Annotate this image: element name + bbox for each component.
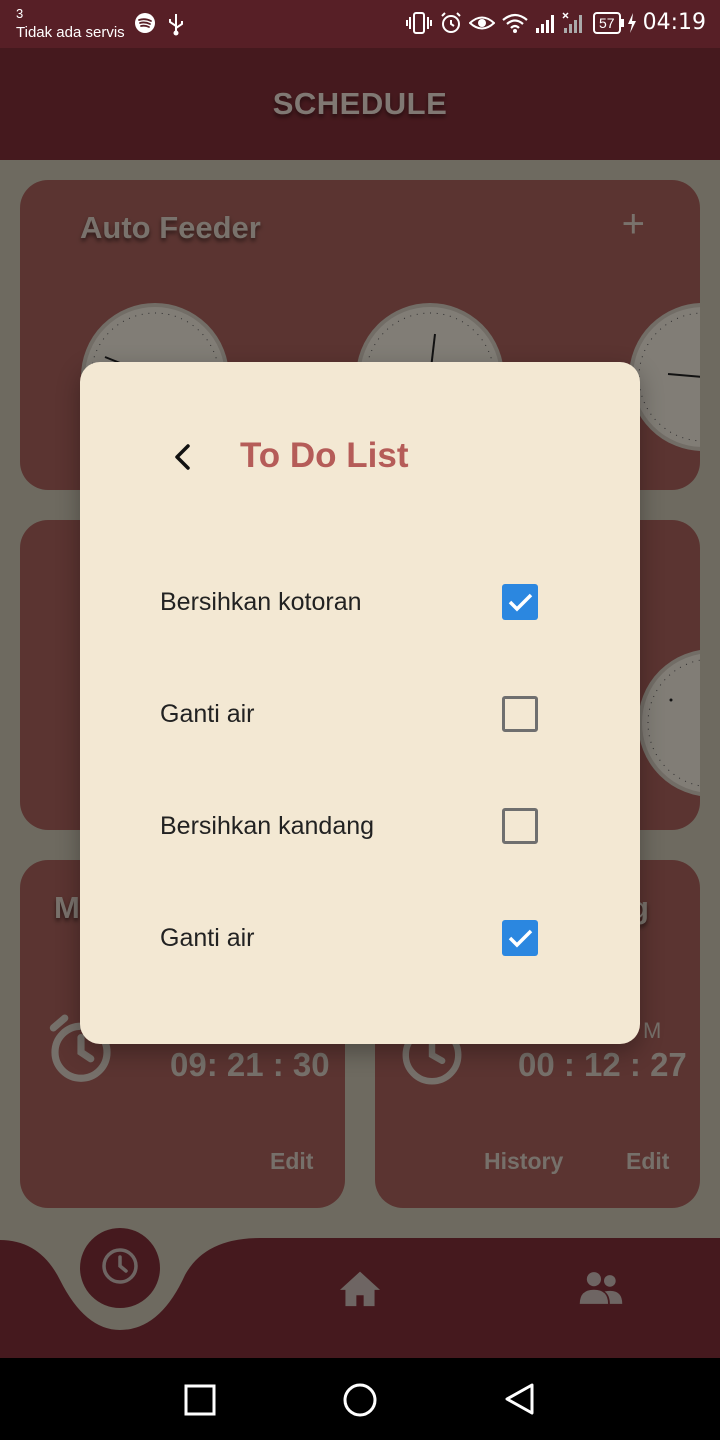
todo-item: Bersihkan kandang xyxy=(160,806,540,846)
charging-icon xyxy=(627,12,636,33)
sim-slot: 3 xyxy=(16,6,24,21)
todo-item-label: Bersihkan kandang xyxy=(160,812,375,840)
wifi-icon xyxy=(502,13,528,33)
checkmark-icon xyxy=(508,929,533,948)
battery-indicator: 57 xyxy=(593,11,624,34)
todo-item: Ganti air xyxy=(160,694,540,734)
vibrate-icon xyxy=(406,11,433,34)
eye-icon xyxy=(469,16,496,29)
todo-checkbox[interactable] xyxy=(502,808,538,844)
dialog-title: To Do List xyxy=(240,436,409,475)
todo-item-label: Ganti air xyxy=(160,924,255,952)
todo-item-label: Bersihkan kotoran xyxy=(160,588,362,616)
system-indicators: 57 04:19 xyxy=(405,10,706,35)
todo-item: Ganti air xyxy=(160,918,540,958)
todo-dialog: To Do List Bersihkan kotoran Ganti air B… xyxy=(80,362,640,1044)
todo-item-label: Ganti air xyxy=(160,700,255,728)
usb-icon xyxy=(169,14,183,36)
recent-apps-icon[interactable] xyxy=(182,1382,218,1418)
todo-checkbox[interactable] xyxy=(502,584,538,620)
todo-item: Bersihkan kotoran xyxy=(160,582,540,622)
todo-checkbox[interactable] xyxy=(502,696,538,732)
carrier-name: Tidak ada servis xyxy=(16,24,125,41)
notification-icons xyxy=(134,12,186,36)
todo-checkbox[interactable] xyxy=(502,920,538,956)
status-bar: 3 Tidak ada servis 57 04:19 xyxy=(0,0,720,48)
chevron-left-icon[interactable] xyxy=(168,438,198,478)
signal-icon xyxy=(536,11,583,33)
carrier-info: 3 Tidak ada servis xyxy=(16,4,125,42)
home-circle-icon[interactable] xyxy=(340,1382,380,1422)
clock-time: 04:19 xyxy=(642,10,706,35)
spotify-icon xyxy=(135,13,155,33)
back-triangle-icon[interactable] xyxy=(502,1382,538,1418)
alarm-icon xyxy=(441,11,461,33)
android-nav-bar xyxy=(0,1358,720,1440)
checkmark-icon xyxy=(508,593,533,612)
